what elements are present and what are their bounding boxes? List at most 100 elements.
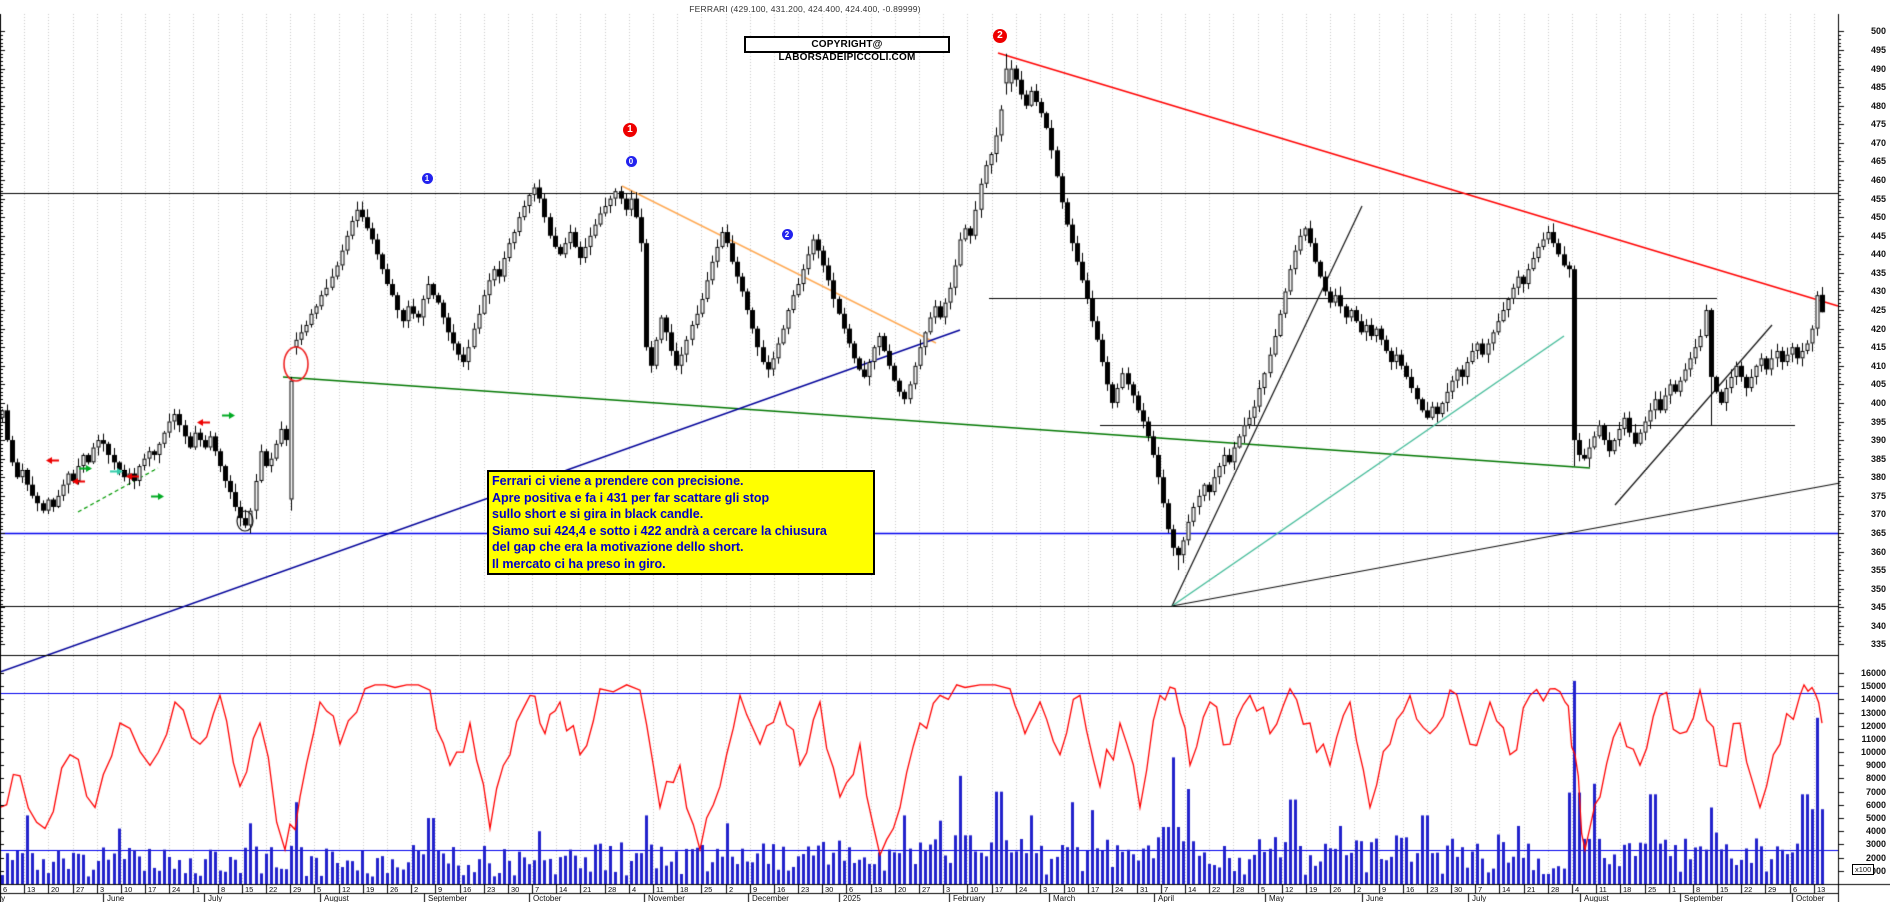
week-label: 22 (1212, 884, 1221, 894)
week-label: 7 (1478, 884, 1483, 894)
price-label: 365 (1870, 528, 1886, 538)
month-label: June (1366, 893, 1384, 902)
week-label: 29 (1768, 884, 1777, 894)
wave-marker-0: 0 (625, 155, 637, 167)
week-label: 31 (1140, 884, 1149, 894)
volume-label: 10000 (1860, 747, 1886, 757)
week-label: 13 (1817, 884, 1826, 894)
month-label: November (648, 893, 685, 902)
month-label: September (1684, 893, 1724, 902)
price-label: 500 (1870, 26, 1886, 36)
price-label: 430 (1870, 286, 1886, 296)
month-label: July (208, 893, 223, 902)
week-label: 20 (898, 884, 907, 894)
week-label: 14 (1188, 884, 1197, 894)
volume-label: 6000 (1865, 800, 1886, 810)
week-label: 14 (1502, 884, 1511, 894)
week-label: 22 (269, 884, 278, 894)
chart-window: FERRARI (429.100, 431.200, 424.400, 424.… (0, 0, 1890, 902)
week-label: 7 (1164, 884, 1169, 894)
week-label: 8 (221, 884, 226, 894)
price-label: 460 (1870, 175, 1886, 185)
week-label: 2 (729, 884, 734, 894)
week-label: 23 (1430, 884, 1439, 894)
volume-label: 16000 (1860, 668, 1886, 678)
price-label: 395 (1870, 417, 1886, 427)
price-label: 445 (1870, 231, 1886, 241)
week-label: 24 (1019, 884, 1028, 894)
volume-label: 13000 (1860, 708, 1886, 718)
week-label: 18 (680, 884, 689, 894)
price-label: 425 (1870, 305, 1886, 315)
wave-marker-2: 2 (781, 228, 793, 240)
week-label: 13 (27, 884, 36, 894)
week-label: 30 (1454, 884, 1463, 894)
week-label: 28 (1236, 884, 1245, 894)
volume-multiplier-label: x100 (1852, 864, 1875, 875)
week-label: 28 (608, 884, 617, 894)
month-label: August (324, 893, 349, 902)
week-label: 10 (1067, 884, 1076, 894)
annotation-line: Il mercato ci ha preso in giro. (492, 556, 666, 571)
week-label: 6 (3, 884, 8, 894)
month-label: October (533, 893, 562, 902)
week-label: 29 (293, 884, 302, 894)
price-label: 490 (1870, 64, 1886, 74)
volume-label: 7000 (1865, 787, 1886, 797)
annotation-line: Siamo sui 424,4 e sotto i 422 andrà a ce… (492, 523, 827, 538)
week-label: 22 (1744, 884, 1753, 894)
week-label: 14 (559, 884, 568, 894)
week-label: 24 (1115, 884, 1124, 894)
week-label: 18 (1623, 884, 1632, 894)
week-label: 12 (1285, 884, 1294, 894)
week-label: 12 (342, 884, 351, 894)
price-label: 390 (1870, 435, 1886, 445)
copyright-badge: COPYRIGHT@ LABORSADEIPICCOLI.COM (744, 36, 950, 63)
price-label: 495 (1870, 45, 1886, 55)
week-label: 23 (487, 884, 496, 894)
week-label: 6 (849, 884, 854, 894)
week-label: 16 (463, 884, 472, 894)
volume-label: 4000 (1865, 826, 1886, 836)
price-label: 455 (1870, 194, 1886, 204)
month-label: May (0, 893, 6, 902)
week-label: 30 (511, 884, 520, 894)
volume-label: 15000 (1860, 681, 1886, 691)
analysis-annotation-box: Ferrari ci viene a prendere con precisio… (487, 470, 875, 575)
annotation-line: sullo short e si gira in black candle. (492, 507, 704, 521)
week-label: 25 (704, 884, 713, 894)
week-label: 1 (1672, 884, 1677, 894)
week-label: 16 (1406, 884, 1415, 894)
wave-marker-2: 2 (993, 29, 1007, 43)
price-label: 350 (1870, 584, 1886, 594)
month-label: December (752, 893, 789, 902)
month-label: October (1796, 893, 1825, 902)
month-label: June (107, 893, 125, 902)
price-label: 405 (1870, 379, 1886, 389)
week-label: 3 (100, 884, 105, 894)
price-label: 420 (1870, 324, 1886, 334)
volume-label: 2000 (1865, 853, 1886, 863)
month-label: September (428, 893, 468, 902)
price-label: 400 (1870, 398, 1886, 408)
price-label: 370 (1870, 509, 1886, 519)
week-label: 11 (656, 884, 664, 894)
wave-marker-1: 1 (421, 172, 433, 184)
week-label: 26 (390, 884, 399, 894)
price-label: 340 (1870, 621, 1886, 631)
price-label: 360 (1870, 547, 1886, 557)
price-label: 385 (1870, 454, 1886, 464)
price-label: 355 (1870, 565, 1886, 575)
price-label: 415 (1870, 342, 1886, 352)
week-label: 21 (583, 884, 592, 894)
volume-label: 9000 (1865, 760, 1886, 770)
price-label: 470 (1870, 138, 1886, 148)
week-label: 10 (970, 884, 979, 894)
week-label: 23 (801, 884, 810, 894)
week-label: 19 (366, 884, 375, 894)
volume-label: 12000 (1860, 721, 1886, 731)
volume-label: 11000 (1861, 734, 1886, 744)
week-label: 7 (535, 884, 540, 894)
week-label: 13 (874, 884, 883, 894)
week-label: 2 (1357, 884, 1362, 894)
